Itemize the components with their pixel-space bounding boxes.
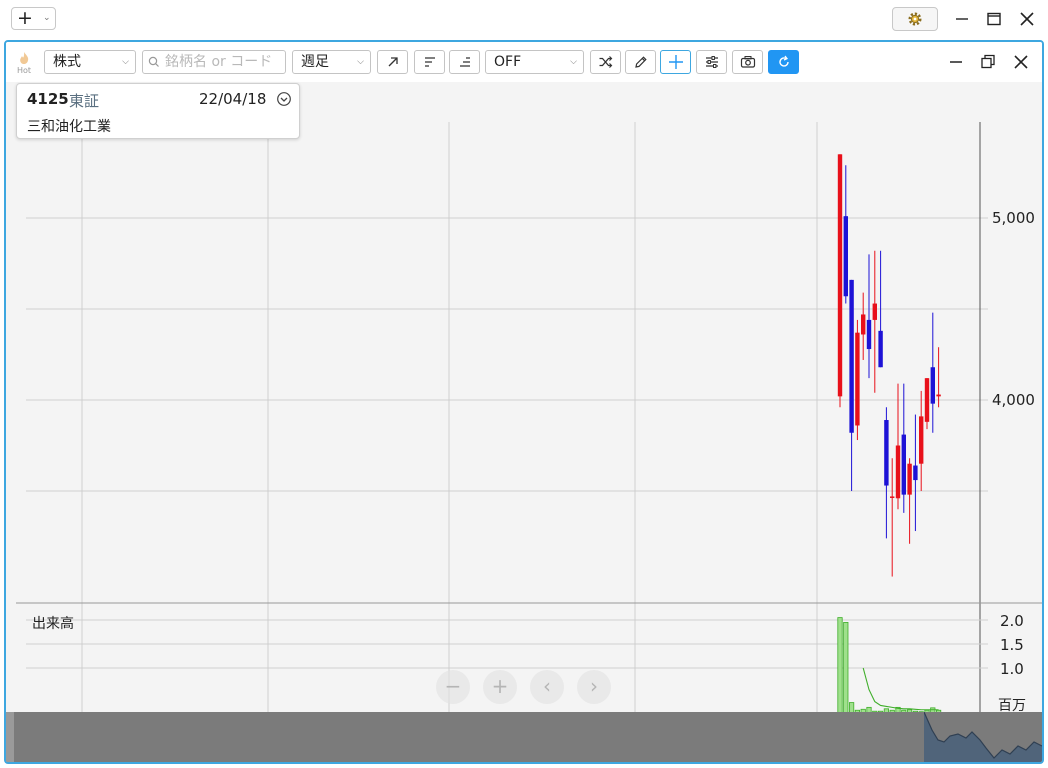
pencil-icon	[634, 56, 647, 68]
candle-body	[924, 378, 930, 422]
chevron-down-icon: ⌵	[357, 57, 364, 67]
candle-body	[843, 216, 848, 297]
candle-body	[895, 445, 901, 499]
volume-average-line	[862, 667, 939, 711]
scroll-right-button[interactable]: ›	[577, 670, 611, 704]
candle-date: 22/04/18	[199, 90, 267, 108]
plus-icon: +	[17, 7, 33, 29]
draw-button[interactable]	[625, 50, 656, 74]
candle-body	[855, 332, 860, 426]
minus-icon: −	[444, 674, 462, 698]
chart-window: Hot 株式 ⌵ 銘柄名 or コード 週足 ⌵ OFF ⌵ 4,000 5,0…	[4, 40, 1044, 764]
candle-body	[907, 463, 912, 495]
volume-bar	[843, 622, 849, 714]
symbol-search-input[interactable]: 銘柄名 or コード	[142, 50, 286, 74]
symbol-code: 4125	[27, 90, 69, 108]
candle-body	[930, 367, 935, 404]
app-maximize-button[interactable]	[983, 8, 1005, 30]
volume-panel-title: 出来高	[32, 616, 74, 632]
scroll-left-button[interactable]: ‹	[530, 670, 564, 704]
align-right-icon	[459, 57, 470, 67]
period-value: 週足	[301, 54, 329, 70]
candle-body	[936, 394, 941, 397]
restore-icon	[981, 54, 995, 69]
chevron-down-icon: ⌄	[43, 13, 51, 23]
maximize-icon	[987, 12, 1001, 26]
search-placeholder: 銘柄名 or コード	[165, 54, 273, 70]
price-tick-label: 4,000	[992, 391, 1035, 409]
indicator-select[interactable]: OFF ⌵	[485, 50, 584, 74]
chevron-circle-down-icon[interactable]	[276, 91, 292, 107]
app-titlebar: + ⌄	[0, 0, 1048, 38]
company-name: 三和油化工業	[27, 119, 111, 135]
align-left-icon	[424, 57, 435, 67]
chart-toolbar: Hot 株式 ⌵ 銘柄名 or コード 週足 ⌵ OFF ⌵	[6, 42, 1042, 82]
zoom-in-button[interactable]: +	[483, 670, 517, 704]
shuffle-button[interactable]	[590, 50, 621, 74]
chart-minimize-button[interactable]	[945, 51, 967, 73]
app-close-button[interactable]	[1016, 8, 1038, 30]
settings-sliders-button[interactable]	[696, 50, 727, 74]
camera-icon	[740, 56, 755, 68]
align-right-button[interactable]	[449, 50, 480, 74]
align-left-button[interactable]	[414, 50, 445, 74]
hot-button[interactable]: Hot	[14, 50, 34, 78]
search-icon	[148, 56, 159, 67]
candle-body	[919, 416, 924, 464]
chart-plot-area[interactable]: 4,000 5,000 1.0 1.5 2.0 4125 東証 22/04/18 三和油…	[6, 82, 1042, 714]
close-icon	[1020, 12, 1034, 26]
candle-body	[890, 496, 895, 498]
volume-tick-label: 1.0	[1000, 660, 1024, 678]
sliders-icon	[705, 56, 718, 68]
overview-sparkline	[924, 712, 1042, 762]
shuffle-icon	[599, 56, 612, 68]
asset-type-select[interactable]: 株式 ⌵	[44, 50, 136, 74]
volume-tick-label: 2.0	[1000, 612, 1024, 630]
candle-body	[878, 330, 883, 368]
chart-restore-button[interactable]	[977, 51, 999, 73]
asset-type-value: 株式	[53, 54, 81, 70]
candle-body	[837, 154, 843, 397]
candle-body	[872, 303, 877, 320]
volume-tick-label: 1.5	[1000, 636, 1024, 654]
overview-navigator[interactable]	[6, 712, 1042, 762]
crosshair-button[interactable]	[660, 50, 691, 74]
zoom-out-button[interactable]: −	[436, 670, 470, 704]
minimize-icon	[956, 18, 968, 20]
hot-label: Hot	[16, 66, 32, 75]
candle-body	[849, 279, 854, 433]
trend-line-icon	[388, 57, 398, 67]
gear-icon	[908, 12, 922, 26]
close-icon	[1014, 55, 1028, 69]
chevron-right-icon: ›	[590, 674, 598, 698]
chevron-down-icon: ⌵	[122, 57, 129, 67]
volume-bar	[837, 617, 843, 714]
price-volume-chart[interactable]: 4,000 5,000 1.0 1.5 2.0	[6, 82, 1042, 714]
plus-icon: +	[491, 674, 509, 698]
refresh-button[interactable]	[768, 50, 799, 74]
price-tick-label: 5,000	[992, 209, 1035, 227]
market-label: 東証	[69, 92, 100, 110]
candle-body	[884, 420, 889, 486]
chart-close-button[interactable]	[1010, 51, 1032, 73]
chevron-down-icon: ⌵	[570, 57, 577, 67]
minimize-icon	[950, 61, 962, 63]
settings-button[interactable]	[892, 7, 938, 31]
indicator-value: OFF	[494, 54, 522, 70]
crosshair-icon	[668, 55, 683, 69]
candle-body	[913, 465, 918, 481]
symbol-info-box: 4125 東証 22/04/18 三和油化工業	[16, 83, 300, 139]
candle-body	[866, 319, 872, 350]
candle-body	[901, 434, 906, 495]
period-select[interactable]: 週足 ⌵	[292, 50, 371, 74]
app-minimize-button[interactable]	[951, 8, 973, 30]
add-tab-dropdown[interactable]: + ⌄	[11, 7, 56, 30]
chevron-left-icon: ‹	[543, 674, 551, 698]
flame-icon	[20, 52, 29, 64]
navigator-handle[interactable]	[6, 712, 14, 762]
screenshot-button[interactable]	[732, 50, 763, 74]
trend-line-button[interactable]	[377, 50, 408, 74]
refresh-icon	[778, 55, 789, 67]
candle-body	[861, 314, 866, 335]
